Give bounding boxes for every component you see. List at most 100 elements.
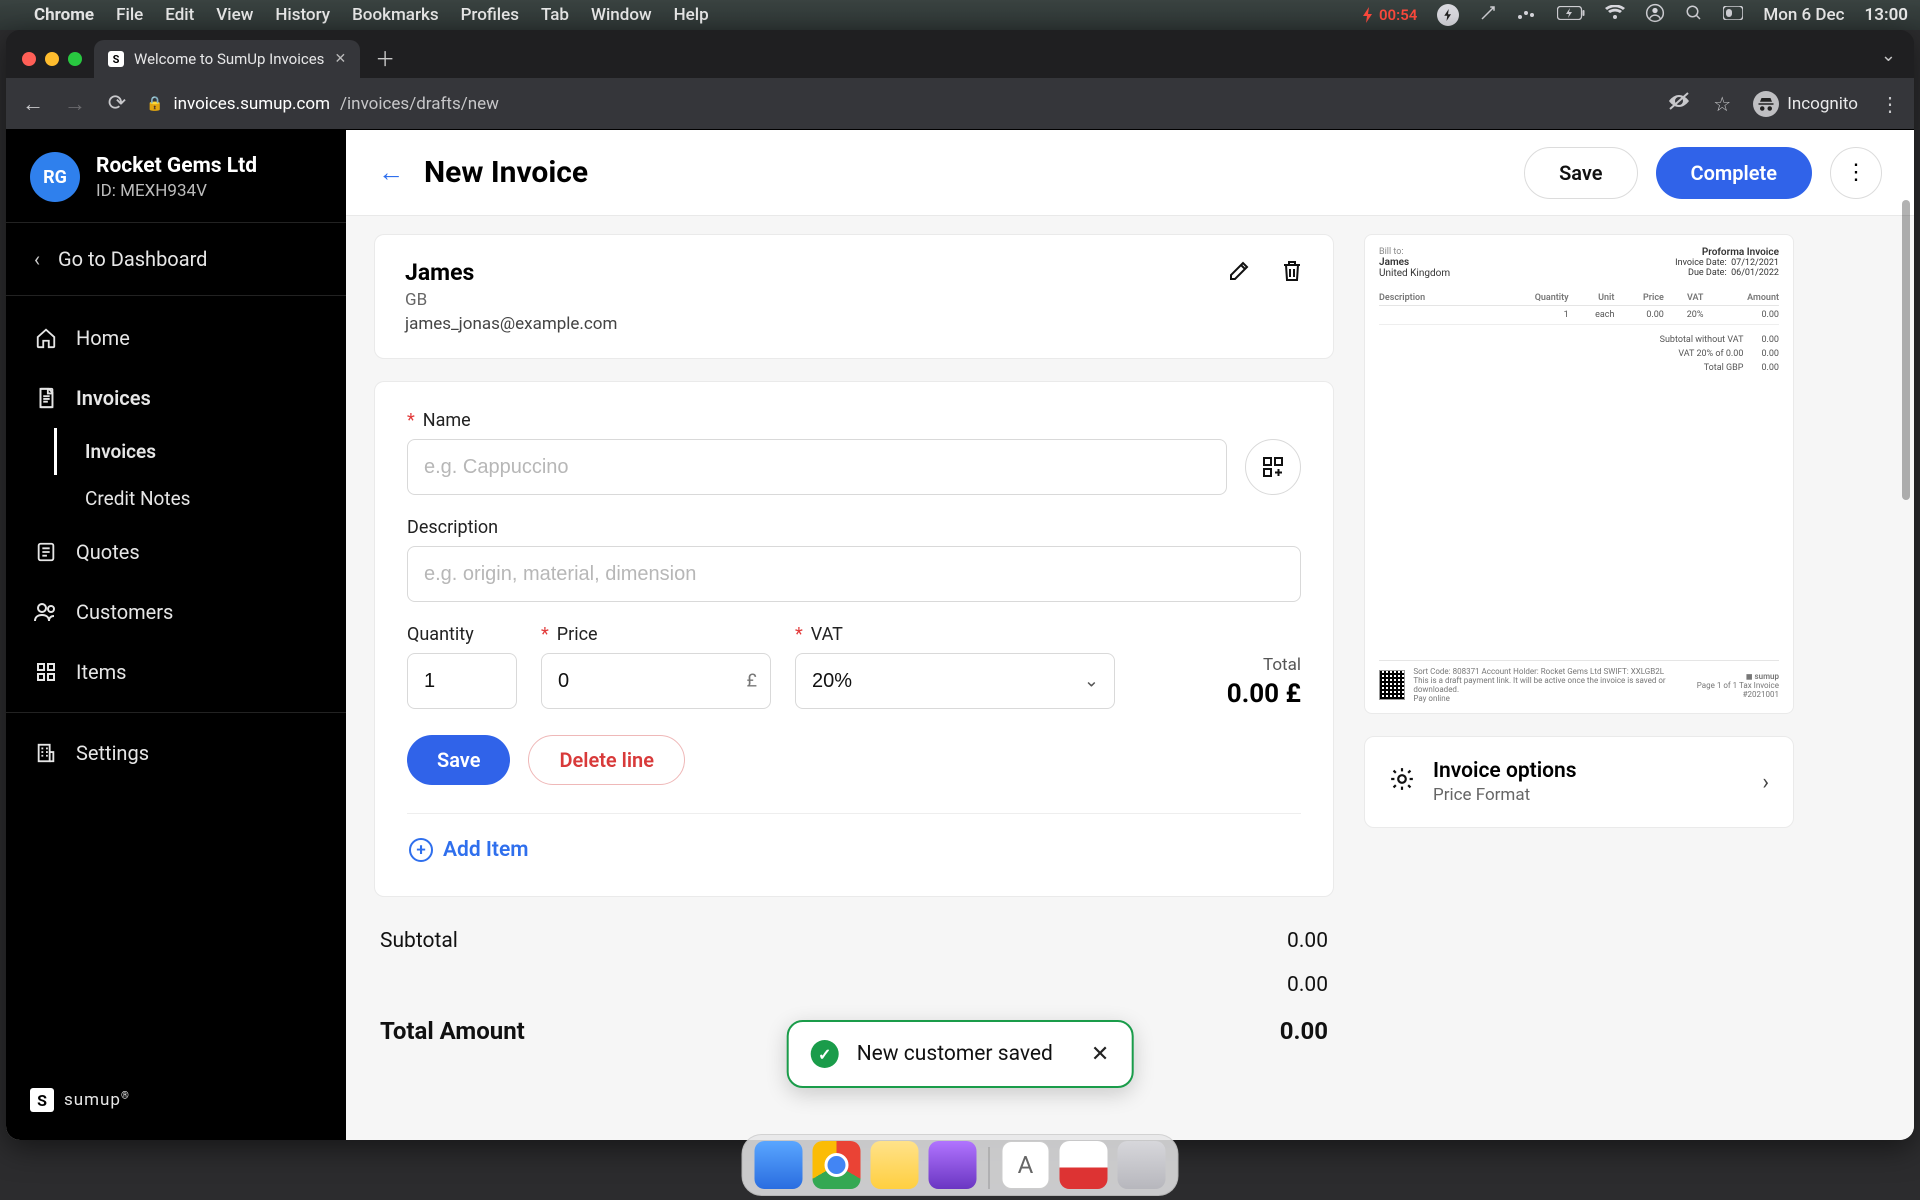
gear-icon: [1389, 766, 1415, 798]
pv-col-qty: Quantity: [1488, 291, 1568, 306]
invoice-icon: [34, 387, 58, 409]
new-tab-button[interactable]: ＋: [370, 42, 400, 72]
control-center-icon[interactable]: [1723, 5, 1743, 25]
pv-col-amount: Amount: [1703, 291, 1779, 306]
page-title: New Invoice: [424, 155, 588, 190]
menu-tab[interactable]: Tab: [541, 5, 569, 25]
menu-window[interactable]: Window: [591, 5, 652, 25]
chevron-right-icon: ›: [1762, 770, 1769, 795]
menubar-time[interactable]: 13:00: [1865, 5, 1908, 25]
tab-title: Welcome to SumUp Invoices: [134, 50, 324, 68]
invoice-preview[interactable]: Bill to: James United Kingdom Proforma I…: [1364, 234, 1794, 714]
summary-total-value: 0.00: [1280, 1017, 1328, 1045]
menubar-date[interactable]: Mon 6 Dec: [1763, 5, 1844, 25]
browser-tab-active[interactable]: S Welcome to SumUp Invoices ✕: [94, 40, 360, 78]
back-arrow-icon[interactable]: ←: [378, 157, 404, 188]
dock-app-icon[interactable]: [929, 1141, 977, 1189]
go-to-dashboard-link[interactable]: ‹ Go to Dashboard: [6, 222, 346, 296]
complete-button[interactable]: Complete: [1656, 147, 1812, 199]
item-name-input[interactable]: [407, 439, 1227, 495]
menubar-app-name[interactable]: Chrome: [34, 5, 94, 25]
menu-view[interactable]: View: [216, 5, 253, 25]
menu-file[interactable]: File: [116, 5, 143, 25]
pv-type: Proforma Invoice: [1675, 247, 1779, 258]
nav-invoices[interactable]: Invoices: [6, 368, 346, 428]
incognito-indicator[interactable]: Incognito: [1753, 91, 1858, 117]
dock-trash-icon[interactable]: [1118, 1141, 1166, 1189]
customers-icon: [34, 601, 58, 623]
menu-bookmarks[interactable]: Bookmarks: [352, 5, 439, 25]
price-input[interactable]: [541, 653, 771, 709]
dock-finder-icon[interactable]: [755, 1141, 803, 1189]
toast-close-icon[interactable]: ✕: [1091, 1042, 1109, 1067]
right-column: Bill to: James United Kingdom Proforma I…: [1364, 234, 1794, 1140]
summary-subtotal-label: Subtotal: [380, 929, 458, 953]
window-minimize-button[interactable]: [45, 52, 59, 66]
pv-footer-brand: sumup: [1755, 672, 1780, 681]
pv-row-amount: 0.00: [1703, 306, 1779, 325]
nav-settings[interactable]: Settings: [6, 723, 346, 783]
tab-close-icon[interactable]: ✕: [334, 51, 346, 67]
nav-reload-icon[interactable]: ⟳: [104, 91, 130, 116]
nav-settings-label: Settings: [76, 741, 149, 765]
pv-invdate: 07/12/2021: [1731, 258, 1779, 268]
subnav-invoices[interactable]: Invoices: [54, 428, 346, 475]
dock-chrome-icon[interactable]: [813, 1141, 861, 1189]
nav-invoices-sublist: Invoices Credit Notes: [6, 428, 346, 522]
window-close-button[interactable]: [22, 52, 36, 66]
window-controls: [22, 52, 82, 66]
lock-icon[interactable]: 🔒: [146, 96, 163, 112]
open-catalog-button[interactable]: [1245, 439, 1301, 495]
save-button[interactable]: Save: [1524, 147, 1637, 199]
window-maximize-button[interactable]: [68, 52, 82, 66]
name-label: *Name: [407, 410, 1301, 431]
chevron-left-icon: ‹: [34, 247, 40, 271]
battery-status-icon[interactable]: 00:54: [1361, 6, 1417, 24]
nav-quotes[interactable]: Quotes: [6, 522, 346, 582]
more-menu-button[interactable]: ⋮: [1830, 147, 1882, 199]
delete-line-button[interactable]: Delete line: [528, 735, 685, 785]
menu-edit[interactable]: Edit: [165, 5, 194, 25]
delete-customer-icon[interactable]: [1281, 259, 1303, 289]
add-item-button[interactable]: + Add Item: [407, 832, 1301, 868]
subnav-credit-notes[interactable]: Credit Notes: [57, 475, 346, 522]
nav-items[interactable]: Items: [6, 642, 346, 702]
eye-blocked-icon[interactable]: [1667, 91, 1691, 116]
org-header[interactable]: RG Rocket Gems Ltd ID: MEXH934V: [6, 130, 346, 222]
user-account-icon[interactable]: [1645, 3, 1665, 28]
spotlight-search-icon[interactable]: [1685, 4, 1703, 27]
nav-back-icon[interactable]: ←: [20, 91, 46, 117]
wifi-icon[interactable]: [1605, 5, 1625, 26]
invoice-options-card[interactable]: Invoice options Price Format ›: [1364, 736, 1794, 828]
vat-select[interactable]: [795, 653, 1115, 709]
nav-home[interactable]: Home: [6, 308, 346, 368]
item-description-input[interactable]: [407, 546, 1301, 602]
dock-flag-icon[interactable]: [1060, 1141, 1108, 1189]
address-bar[interactable]: 🔒 invoices.sumup.com/invoices/drafts/new: [146, 94, 499, 114]
vertical-scrollbar[interactable]: [1902, 200, 1910, 500]
required-star-icon: *: [541, 624, 549, 645]
tabs-overflow-icon[interactable]: ⌄: [1881, 45, 1896, 66]
pv-col-vat: VAT: [1664, 291, 1704, 306]
menu-help[interactable]: Help: [674, 5, 709, 25]
status-app-icon[interactable]: [1437, 4, 1459, 26]
edit-customer-icon[interactable]: [1227, 259, 1251, 289]
chrome-menu-icon[interactable]: ⋮: [1880, 92, 1900, 116]
save-line-button[interactable]: Save: [407, 735, 510, 785]
invoice-options-title: Invoice options: [1433, 759, 1577, 783]
status-tool-icon[interactable]: [1479, 4, 1497, 27]
line-item-card: *Name Description Quantity: [374, 381, 1334, 897]
nav-customers[interactable]: Customers: [6, 582, 346, 642]
pv-row-unit: each: [1569, 306, 1615, 325]
page-header: ← New Invoice Save Complete ⋮: [346, 130, 1914, 216]
line-total-value: 0.00 £: [1227, 679, 1301, 709]
battery-icon[interactable]: [1557, 5, 1585, 25]
dock-textedit-icon[interactable]: A: [1002, 1141, 1050, 1189]
menu-profiles[interactable]: Profiles: [461, 5, 519, 25]
quantity-input[interactable]: [407, 653, 517, 709]
status-dots-icon[interactable]: [1517, 5, 1537, 25]
menu-history[interactable]: History: [275, 5, 330, 25]
bookmark-star-icon[interactable]: ☆: [1713, 92, 1731, 116]
nav-items-label: Items: [76, 660, 126, 684]
dock-notes-icon[interactable]: [871, 1141, 919, 1189]
